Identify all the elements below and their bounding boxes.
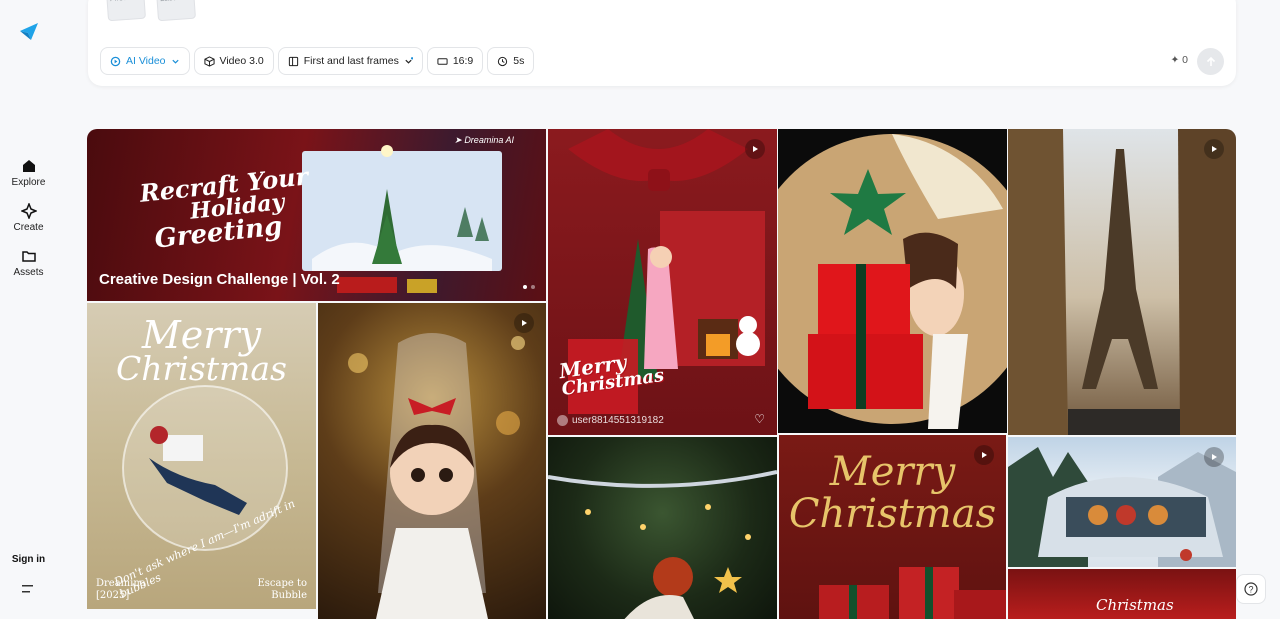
challenge-banner[interactable]: Recraft Your Holiday Greeting ➤ Dreamina… — [87, 129, 546, 301]
play-icon[interactable] — [1204, 139, 1224, 159]
sidebar: Explore Create Assets Sign in — [0, 0, 57, 619]
sidebar-item-label: Explore — [11, 177, 46, 188]
model-label: Video 3.0 — [219, 55, 264, 67]
play-icon[interactable] — [1204, 447, 1224, 467]
duration-label: 5s — [513, 55, 525, 67]
frames-icon — [288, 56, 298, 66]
credit-star-icon: ✦ — [1170, 54, 1183, 66]
snow-car-card[interactable] — [1008, 437, 1236, 567]
last-frame-upload[interactable]: Last fran — [155, 0, 197, 22]
play-icon[interactable] — [514, 313, 534, 333]
chevron-down-icon — [405, 56, 413, 64]
star-balloon-illustration — [778, 134, 1007, 429]
gifts-illustration — [819, 567, 1006, 619]
folder-icon — [21, 251, 36, 262]
sidebar-item-create[interactable]: Create — [0, 203, 57, 233]
banner-brand: ➤ Dreamina AI — [454, 135, 514, 145]
gold-christmas-card[interactable]: Merry Christmas — [779, 435, 1006, 619]
like-icon[interactable]: ♡ — [754, 412, 765, 426]
duration-select-button[interactable]: 5s — [487, 47, 535, 75]
banner-caption: Creative Design Challenge | Vol. 2 — [99, 271, 340, 288]
play-icon[interactable] — [974, 445, 994, 465]
bubble-footer-right: Escape to Bubble — [257, 578, 307, 601]
dreamina-logo-icon[interactable] — [18, 20, 40, 42]
username: user8814551319182 — [572, 415, 664, 426]
sparkle-icon — [20, 203, 37, 219]
sidebar-item-label: Create — [13, 222, 44, 233]
credits-counter: ✦ 0 — [1170, 54, 1188, 66]
popup-card[interactable]: Merry Christmas user8814551319182 ♡ — [548, 129, 777, 435]
chevron-down-icon — [171, 59, 179, 64]
sign-in-button[interactable]: Sign in — [5, 550, 52, 570]
prompt-composer: First fran Last fran AI Video Video 3.0 … — [88, 0, 1236, 86]
menu-icon[interactable] — [21, 582, 35, 596]
credits-value: 0 — [1182, 54, 1188, 66]
play-icon[interactable] — [745, 139, 765, 159]
help-icon: ? — [1244, 582, 1258, 596]
model-select-button[interactable]: Video 3.0 — [193, 47, 274, 75]
popup-user[interactable]: user8814551319182 — [557, 415, 664, 426]
doll-card[interactable] — [318, 303, 546, 619]
bubble-footer-left: Dreamina [2025] — [96, 578, 146, 601]
frames-label: First and last frames — [303, 55, 399, 67]
home-icon — [22, 160, 35, 172]
snow-car-illustration — [1008, 447, 1236, 567]
ratio-label: 16:9 — [452, 55, 474, 67]
sidebar-item-label: Assets — [13, 267, 44, 278]
generate-button[interactable] — [1197, 48, 1224, 75]
avatar — [557, 415, 568, 426]
clock-icon — [498, 56, 508, 66]
brand-logo-icon: ➤ — [454, 135, 465, 145]
tree-girl-illustration — [548, 470, 777, 619]
box-text: Christmas — [1096, 596, 1174, 614]
first-frame-upload[interactable]: First fran — [105, 0, 147, 22]
eiffel-illustration — [1008, 129, 1236, 435]
frames-select-button[interactable]: First and last frames — [277, 47, 423, 75]
help-button[interactable]: ? — [1236, 574, 1266, 604]
ratio-select-button[interactable]: 16:9 — [426, 47, 484, 75]
ai-video-icon — [110, 56, 121, 66]
eiffel-card[interactable] — [1008, 129, 1236, 435]
mode-label: AI Video — [126, 55, 166, 67]
star-balloon-card[interactable] — [778, 129, 1007, 433]
doll-illustration — [348, 333, 525, 619]
sidebar-item-explore[interactable]: Explore — [0, 158, 57, 188]
mode-select-button[interactable]: AI Video — [100, 47, 190, 75]
arrow-up-icon — [1206, 56, 1215, 66]
cube-icon — [203, 55, 215, 67]
tree-girl-card[interactable] — [548, 437, 777, 619]
svg-text:?: ? — [1248, 585, 1253, 595]
explore-feed: Recraft Your Holiday Greeting ➤ Dreamina… — [87, 129, 1236, 619]
aspect-ratio-icon — [437, 57, 448, 65]
sidebar-item-assets[interactable]: Assets — [0, 248, 57, 278]
carousel-dots[interactable] — [523, 285, 535, 289]
composer-toolbar: AI Video Video 3.0 First and last frames… — [100, 47, 535, 75]
bubble-card[interactable]: Merry Christmas Don't ask where I am—I'm… — [87, 303, 316, 609]
christmas-box-card[interactable]: Christmas — [1008, 569, 1236, 619]
